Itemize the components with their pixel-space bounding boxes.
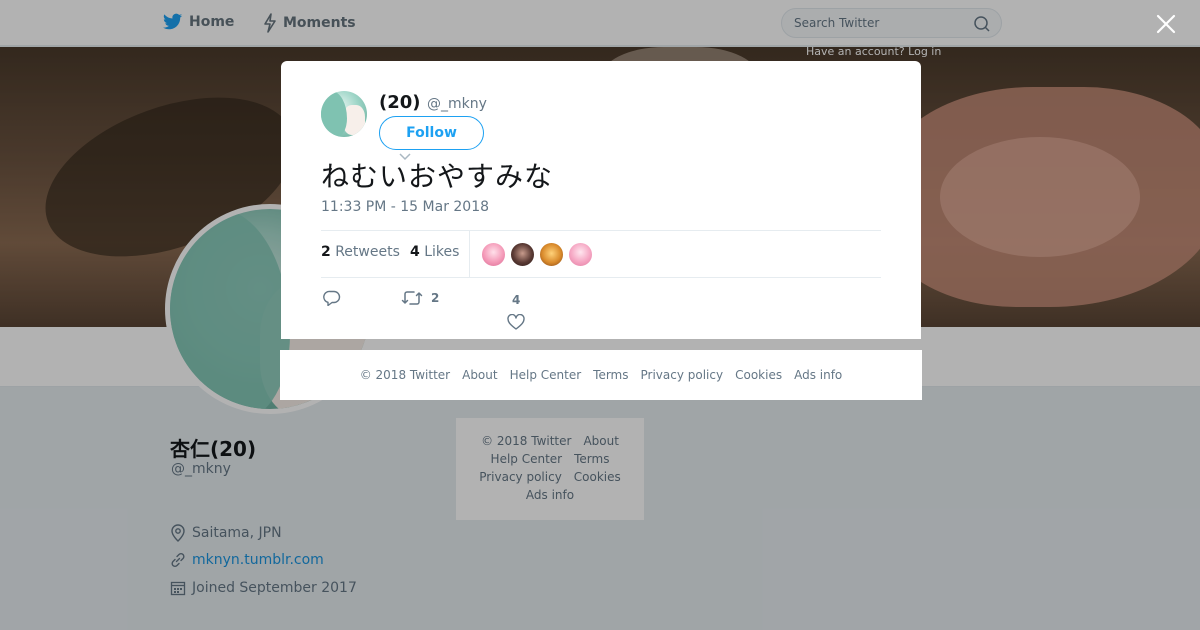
retweet-count: 2	[431, 291, 440, 305]
reply-icon	[323, 290, 341, 306]
reply-button[interactable]	[323, 290, 341, 306]
like-count: 4	[512, 293, 521, 307]
liker-avatar[interactable]	[510, 242, 535, 267]
modal-footer: © 2018 Twitter About Help Center Terms P…	[280, 350, 922, 400]
tweet-actions: 2 4	[321, 288, 881, 330]
tweet-modal: (20) @_mkny Follow ねむいおやすみな 11:33 PM - 1…	[281, 61, 921, 339]
close-icon[interactable]	[1154, 12, 1178, 36]
footer-about[interactable]: About	[462, 368, 497, 382]
stats-divider	[469, 231, 470, 278]
follow-button[interactable]: Follow	[379, 116, 484, 150]
likes-stat-count: 4	[410, 244, 420, 260]
retweets-stat[interactable]: 2 Retweets	[321, 244, 400, 260]
footer-help-center[interactable]: Help Center	[510, 368, 582, 382]
tweet-author-avatar[interactable]	[321, 91, 367, 137]
tweet-text: ねむいおやすみな	[321, 160, 554, 193]
footer-privacy[interactable]: Privacy policy	[641, 368, 724, 382]
likes-stat[interactable]: 4 Likes	[410, 244, 459, 260]
liker-avatar[interactable]	[539, 242, 564, 267]
tweet-stats: 2 Retweets 4 Likes	[321, 230, 881, 278]
footer-terms[interactable]: Terms	[593, 368, 628, 382]
retweets-stat-count: 2	[321, 244, 331, 260]
heart-icon[interactable]	[507, 314, 525, 330]
footer-copyright: © 2018 Twitter	[359, 368, 451, 382]
liker-avatar[interactable]	[568, 242, 593, 267]
tweet-author-name[interactable]: (20)	[379, 92, 421, 113]
retweet-icon	[401, 291, 423, 305]
footer-ads-info[interactable]: Ads info	[794, 368, 842, 382]
liker-avatar[interactable]	[481, 242, 506, 267]
likes-stat-label: Likes	[424, 244, 460, 260]
tweet-author-handle[interactable]: @_mkny	[427, 96, 487, 112]
retweet-button[interactable]: 2	[401, 290, 439, 306]
tweet-timestamp[interactable]: 11:33 PM - 15 Mar 2018	[321, 199, 489, 215]
footer-cookies[interactable]: Cookies	[735, 368, 782, 382]
retweets-stat-label: Retweets	[335, 244, 400, 260]
